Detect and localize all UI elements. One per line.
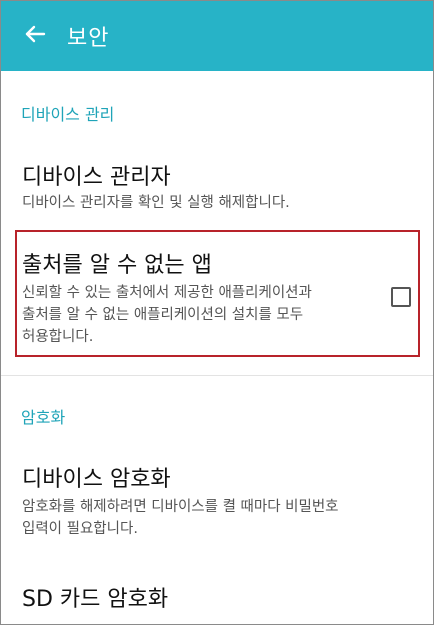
back-button[interactable] (23, 24, 47, 48)
device-encryption-summary-line-1: 암호화를 해제하려면 디바이스를 켤 때마다 비밀번호 (22, 499, 339, 515)
settings-screen: 보안 디바이스 관리 디바이스 관리자 디바이스 관리자를 확인 및 실행 해제… (0, 0, 434, 625)
section-divider (1, 375, 433, 376)
device-admins-item[interactable]: 디바이스 관리자 디바이스 관리자를 확인 및 실행 해제합니다. (1, 151, 433, 223)
sd-card-encryption-item[interactable]: SD 카드 암호화 (1, 571, 433, 621)
arrow-left-icon (24, 23, 46, 49)
section-header-encryption: 암호화 (21, 408, 66, 427)
device-encryption-item[interactable]: 디바이스 암호화 암호화를 해제하려면 디바이스를 켤 때마다 비밀번호 입력이… (1, 453, 433, 549)
section-header-device-management: 디바이스 관리 (21, 105, 115, 124)
device-admins-title: 디바이스 관리자 (22, 165, 171, 190)
sd-card-encryption-title: SD 카드 암호화 (22, 587, 169, 612)
device-admins-summary: 디바이스 관리자를 확인 및 실행 해제합니다. (22, 195, 290, 211)
highlight-box (15, 230, 420, 357)
app-bar: 보안 (1, 1, 433, 71)
device-encryption-summary-line-2: 입력이 필요합니다. (22, 521, 138, 537)
page-title: 보안 (67, 26, 110, 51)
device-encryption-title: 디바이스 암호화 (22, 467, 171, 492)
